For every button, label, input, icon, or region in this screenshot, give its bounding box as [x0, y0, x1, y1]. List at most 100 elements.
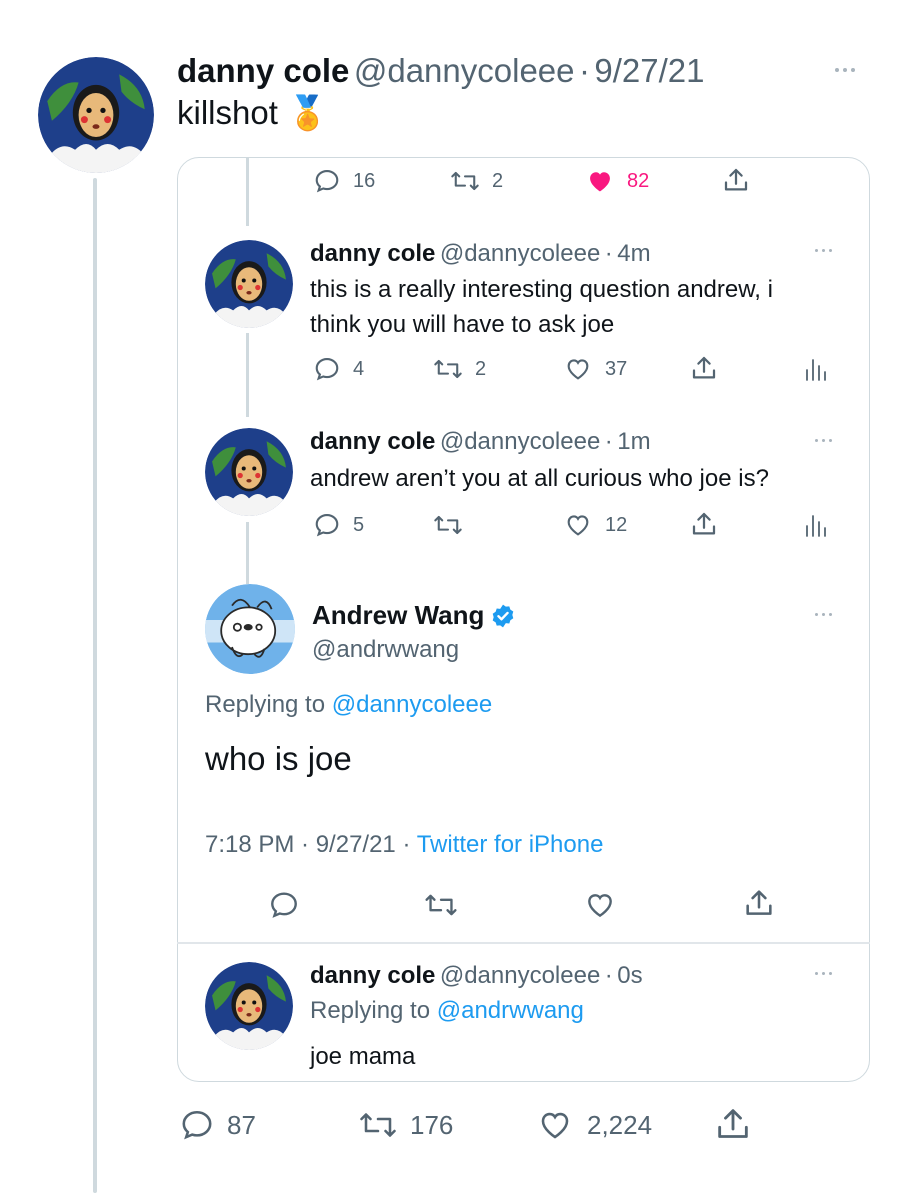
retweet-icon [360, 1113, 396, 1137]
like-action[interactable] [583, 889, 617, 921]
share-action[interactable] [689, 509, 719, 539]
replying-to-label: Replying to [205, 691, 326, 718]
like-count: 2,224 [587, 1109, 653, 1140]
reply1-avatar[interactable] [205, 240, 293, 328]
retweet-action[interactable]: 2 [433, 355, 486, 383]
retweet-count: 2 [475, 357, 487, 380]
like-action[interactable]: 2,224 [535, 1107, 652, 1143]
main-author-name[interactable]: danny cole [177, 52, 349, 89]
share-icon [718, 1109, 748, 1138]
share-icon [692, 512, 716, 535]
heart-icon [567, 359, 589, 380]
reply-icon [315, 514, 339, 537]
reply2-author-name[interactable]: danny cole [310, 428, 435, 455]
reply-action[interactable]: 4 [313, 355, 364, 383]
reply-action[interactable]: 5 [313, 511, 364, 539]
reply2-avatar[interactable] [205, 428, 293, 516]
reply-icon [315, 170, 339, 193]
like-count: 82 [627, 169, 650, 192]
replying-to-label: Replying to [310, 997, 431, 1024]
reply-count: 5 [353, 513, 365, 536]
heart-icon [567, 515, 589, 536]
heart-filled-icon [590, 172, 610, 192]
reply1-author-name[interactable]: danny cole [310, 240, 435, 267]
focal-source[interactable]: Twitter for iPhone [417, 831, 604, 858]
more-options-icon[interactable] [815, 613, 832, 616]
retweet-action[interactable] [424, 889, 458, 921]
analytics-icon [806, 515, 826, 537]
reply1-text: this is a really interesting question an… [310, 272, 773, 342]
reply3-author-name[interactable]: danny cole [310, 962, 435, 989]
retweet-icon [434, 359, 462, 379]
like-action[interactable]: 12 [563, 511, 627, 539]
share-action[interactable] [713, 1104, 753, 1144]
medal-emoji: 🏅 [287, 94, 329, 131]
analytics-action[interactable] [803, 512, 827, 538]
like-count: 12 [605, 513, 628, 536]
inner-thread-line [246, 522, 249, 584]
replying-to-handle[interactable]: @dannycoleee [332, 691, 492, 718]
share-action[interactable] [721, 165, 751, 195]
focal-timestamp-row: 7:18 PM · 9/27/21 · Twitter for iPhone [205, 831, 603, 859]
like-action[interactable]: 82 [585, 167, 649, 195]
retweet-action[interactable]: 2 [450, 167, 503, 195]
separator: · [578, 52, 590, 89]
main-tweet-text: killshot 🏅 [177, 94, 328, 133]
focal-author-handle[interactable]: @andrwwang [312, 636, 459, 664]
heart-icon [588, 894, 612, 918]
retweet-icon [425, 894, 457, 916]
reply-count: 87 [227, 1109, 256, 1140]
section-divider [177, 942, 870, 944]
reply3-avatar[interactable] [205, 962, 293, 1050]
share-icon [746, 890, 772, 915]
replying-to-handle[interactable]: @andrwwang [437, 997, 584, 1024]
more-options-icon[interactable] [815, 249, 832, 252]
retweet-action[interactable]: 176 [358, 1107, 453, 1143]
reply1-time[interactable]: 4m [617, 240, 650, 267]
reply2-author-handle[interactable]: @dannycoleee [440, 428, 600, 455]
more-options-icon[interactable] [815, 439, 832, 442]
more-options-icon[interactable] [815, 972, 832, 975]
focal-replying-to: Replying to @dannycoleee [205, 691, 492, 719]
reply2-header: danny cole @dannycoleee · 1m [310, 428, 651, 456]
reply2-time[interactable]: 1m [617, 428, 650, 455]
heart-icon [541, 1112, 569, 1139]
retweet-count: 2 [492, 169, 504, 192]
reply1-text-line: think you will have to ask joe [310, 311, 615, 338]
focal-avatar[interactable] [205, 584, 295, 674]
focal-timestamp[interactable]: 7:18 PM · 9/27/21 · [205, 831, 417, 858]
like-action[interactable]: 37 [563, 355, 627, 383]
reply1-text-line: this is a really interesting question an… [310, 276, 773, 303]
reply3-author-handle[interactable]: @dannycoleee [440, 962, 600, 989]
reply1-author-handle[interactable]: @dannycoleee [440, 240, 600, 267]
main-author-handle[interactable]: @dannycoleee [354, 52, 575, 89]
reply-icon [271, 892, 297, 918]
focal-author-name[interactable]: Andrew Wang [312, 600, 484, 631]
reply-action[interactable]: 87 [179, 1107, 256, 1143]
inner-thread-line [246, 158, 249, 226]
analytics-icon [806, 359, 826, 381]
like-count: 37 [605, 357, 628, 380]
analytics-action[interactable] [803, 356, 827, 382]
thread-line [93, 178, 97, 1193]
share-action[interactable] [689, 353, 719, 383]
reply-action[interactable]: 16 [313, 167, 375, 195]
inner-thread-line [246, 333, 249, 417]
separator: · [604, 428, 613, 455]
main-tweet-header: danny cole @dannycoleee · 9/27/21 [177, 52, 705, 90]
reply1-header: danny cole @dannycoleee · 4m [310, 240, 651, 268]
reply-action[interactable] [268, 889, 300, 921]
more-options-icon[interactable] [835, 68, 855, 72]
reply2-text: andrew aren’t you at all curious who joe… [310, 465, 769, 492]
main-tweet-body: killshot [177, 94, 278, 131]
main-date[interactable]: 9/27/21 [594, 52, 704, 89]
main-avatar[interactable] [38, 57, 154, 173]
focal-tweet-text: who is joe [205, 740, 352, 777]
reply3-time[interactable]: 0s [617, 962, 642, 989]
share-action[interactable] [742, 886, 776, 920]
separator: · [604, 962, 613, 989]
reply-icon [315, 358, 339, 381]
retweet-action[interactable] [433, 511, 463, 539]
reply-count: 4 [353, 357, 365, 380]
reply-count: 16 [353, 169, 376, 192]
